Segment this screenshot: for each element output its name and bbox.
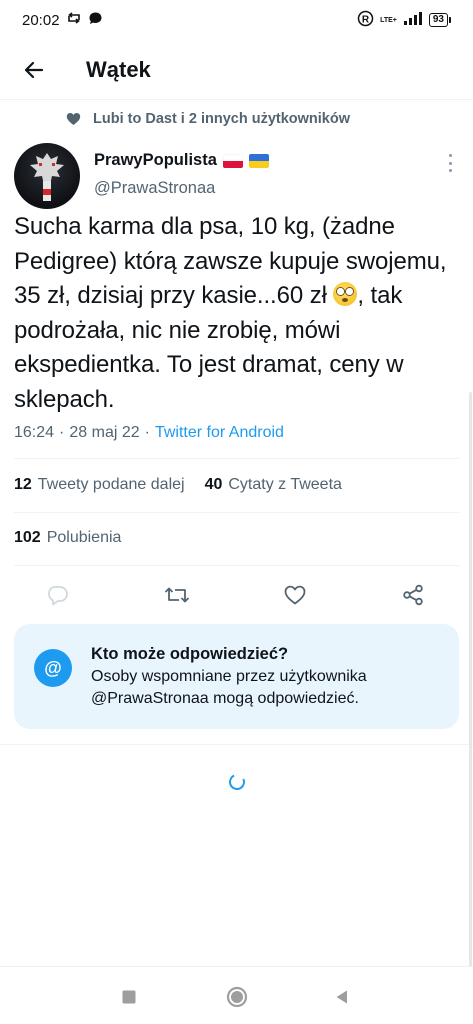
action-bar <box>0 575 473 615</box>
more-vertical-icon[interactable] <box>440 150 460 176</box>
loading-spinner-icon <box>226 771 248 793</box>
back-button[interactable] <box>14 50 54 90</box>
recents-square-icon <box>122 990 136 1004</box>
status-bar: 20:02 R LTE+ 93 <box>0 0 473 40</box>
quotes-label[interactable]: Cytaty z Tweeta <box>228 476 342 494</box>
reply-button[interactable] <box>38 575 78 615</box>
registered-icon: R <box>357 10 374 31</box>
battery-tip <box>449 17 451 23</box>
like-icon <box>284 585 306 605</box>
system-back-button[interactable] <box>330 985 354 1009</box>
ukraine-flag-icon <box>248 153 269 168</box>
retweet-icon <box>164 587 190 603</box>
eagle-emblem-icon <box>30 153 64 201</box>
battery-icon: 93 <box>428 13 451 27</box>
reply-card-body: Osoby wspomniane przez użytkownika @Praw… <box>91 668 367 707</box>
emoji-mouth <box>342 298 349 303</box>
dot <box>448 161 452 165</box>
back-triangle-icon <box>336 990 347 1004</box>
recents-button[interactable] <box>117 985 141 1009</box>
system-nav-bar <box>0 966 473 1024</box>
divider <box>0 744 473 745</box>
divider <box>14 565 459 566</box>
chat-bubble-icon <box>88 11 103 30</box>
dot <box>448 154 452 157</box>
retweet-button[interactable] <box>157 575 197 615</box>
status-time: 20:02 <box>22 11 60 29</box>
reply-restriction-card: @ Kto może odpowiedzieć? Osoby wspomnian… <box>14 624 459 729</box>
tweet-time[interactable]: 16:24 <box>14 424 54 442</box>
home-button[interactable] <box>225 985 249 1009</box>
likes-count[interactable]: 102 <box>14 529 41 547</box>
retweets-count[interactable]: 12 <box>14 476 32 494</box>
arrow-left-icon <box>24 61 44 78</box>
likes-label[interactable]: Polubienia <box>47 529 122 547</box>
home-circle-icon <box>226 986 248 1008</box>
battery-level: 93 <box>428 13 448 27</box>
at-sign-icon: @ <box>34 649 72 687</box>
tweet-text: Sucha karma dla psa, 10 kg, (żadne Pedig… <box>14 210 464 418</box>
stats-row-shares: 12 Tweety podane dalej 40 Cytaty z Tweet… <box>14 476 342 494</box>
flushed-face-icon <box>333 282 358 307</box>
author-name-row[interactable]: PrawyPopulista <box>94 151 269 170</box>
poland-flag-icon <box>222 153 243 168</box>
status-right: R LTE+ 93 <box>357 10 451 31</box>
retweets-label[interactable]: Tweety podane dalej <box>38 476 185 494</box>
signal-icon <box>403 11 423 29</box>
stats-row-likes: 102 Polubienia <box>14 529 121 547</box>
heart-icon <box>66 113 81 125</box>
svg-text:R: R <box>362 14 370 25</box>
reply-icon <box>48 586 68 606</box>
sync-icon <box>66 11 82 29</box>
tweet-source-link[interactable]: Twitter for Android <box>155 424 284 442</box>
network-type: LTE+ <box>380 16 397 24</box>
tweet-date[interactable]: 28 maj 22 <box>69 424 139 442</box>
meta-separator: · <box>144 424 150 441</box>
social-context-text: Lubi to Dast i 2 innych użytkowników <box>93 111 350 127</box>
like-button[interactable] <box>275 575 315 615</box>
author-handle[interactable]: @PrawaStronaa <box>94 179 215 198</box>
author-name[interactable]: PrawyPopulista <box>94 151 217 170</box>
meta-separator: · <box>59 424 65 441</box>
divider <box>14 512 459 513</box>
share-button[interactable] <box>393 575 433 615</box>
reply-card-title: Kto może odpowiedzieć? <box>91 645 289 663</box>
divider <box>14 458 459 459</box>
page-title: Wątek <box>86 56 151 82</box>
dot <box>448 169 452 172</box>
status-left: 20:02 <box>22 11 103 30</box>
avatar[interactable] <box>14 143 80 209</box>
scrollbar[interactable] <box>469 392 472 967</box>
social-context[interactable]: Lubi to Dast i 2 innych użytkowników <box>66 111 350 127</box>
quotes-count[interactable]: 40 <box>205 476 223 494</box>
top-app-bar: Wątek <box>0 40 473 100</box>
share-icon <box>403 584 423 606</box>
tweet-meta: 16:24 · 28 maj 22 · Twitter for Android <box>14 424 284 442</box>
